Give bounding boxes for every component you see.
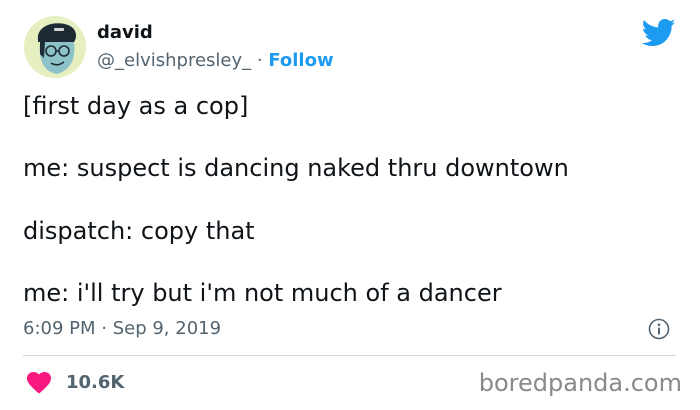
watermark: boredpanda.com (478, 369, 682, 397)
tweet-timestamp[interactable]: 6:09 PM · Sep 9, 2019 (23, 317, 221, 341)
divider (23, 355, 676, 356)
tweet-line: me: suspect is dancing naked thru downto… (23, 154, 569, 182)
avatar[interactable] (24, 16, 86, 78)
tweet-line: me: i'll try but i'm not much of a dance… (23, 279, 502, 307)
separator-dot: · (256, 50, 263, 71)
tweet-line: dispatch: copy that (23, 217, 255, 245)
author-handle-row: @_elvishpresley_ · Follow (97, 49, 334, 73)
heart-icon[interactable] (27, 372, 51, 394)
follow-button[interactable]: Follow (268, 50, 333, 71)
like-count[interactable]: 10.6K (66, 371, 124, 395)
author-handle[interactable]: @_elvishpresley_ (97, 50, 251, 71)
twitter-bird-icon[interactable] (642, 18, 676, 48)
author-name[interactable]: david (97, 21, 153, 45)
tweet-line: [first day as a cop] (23, 92, 249, 120)
tweet-card: david @_elvishpresley_ · Follow [first d… (0, 0, 700, 410)
info-icon[interactable] (648, 318, 670, 340)
